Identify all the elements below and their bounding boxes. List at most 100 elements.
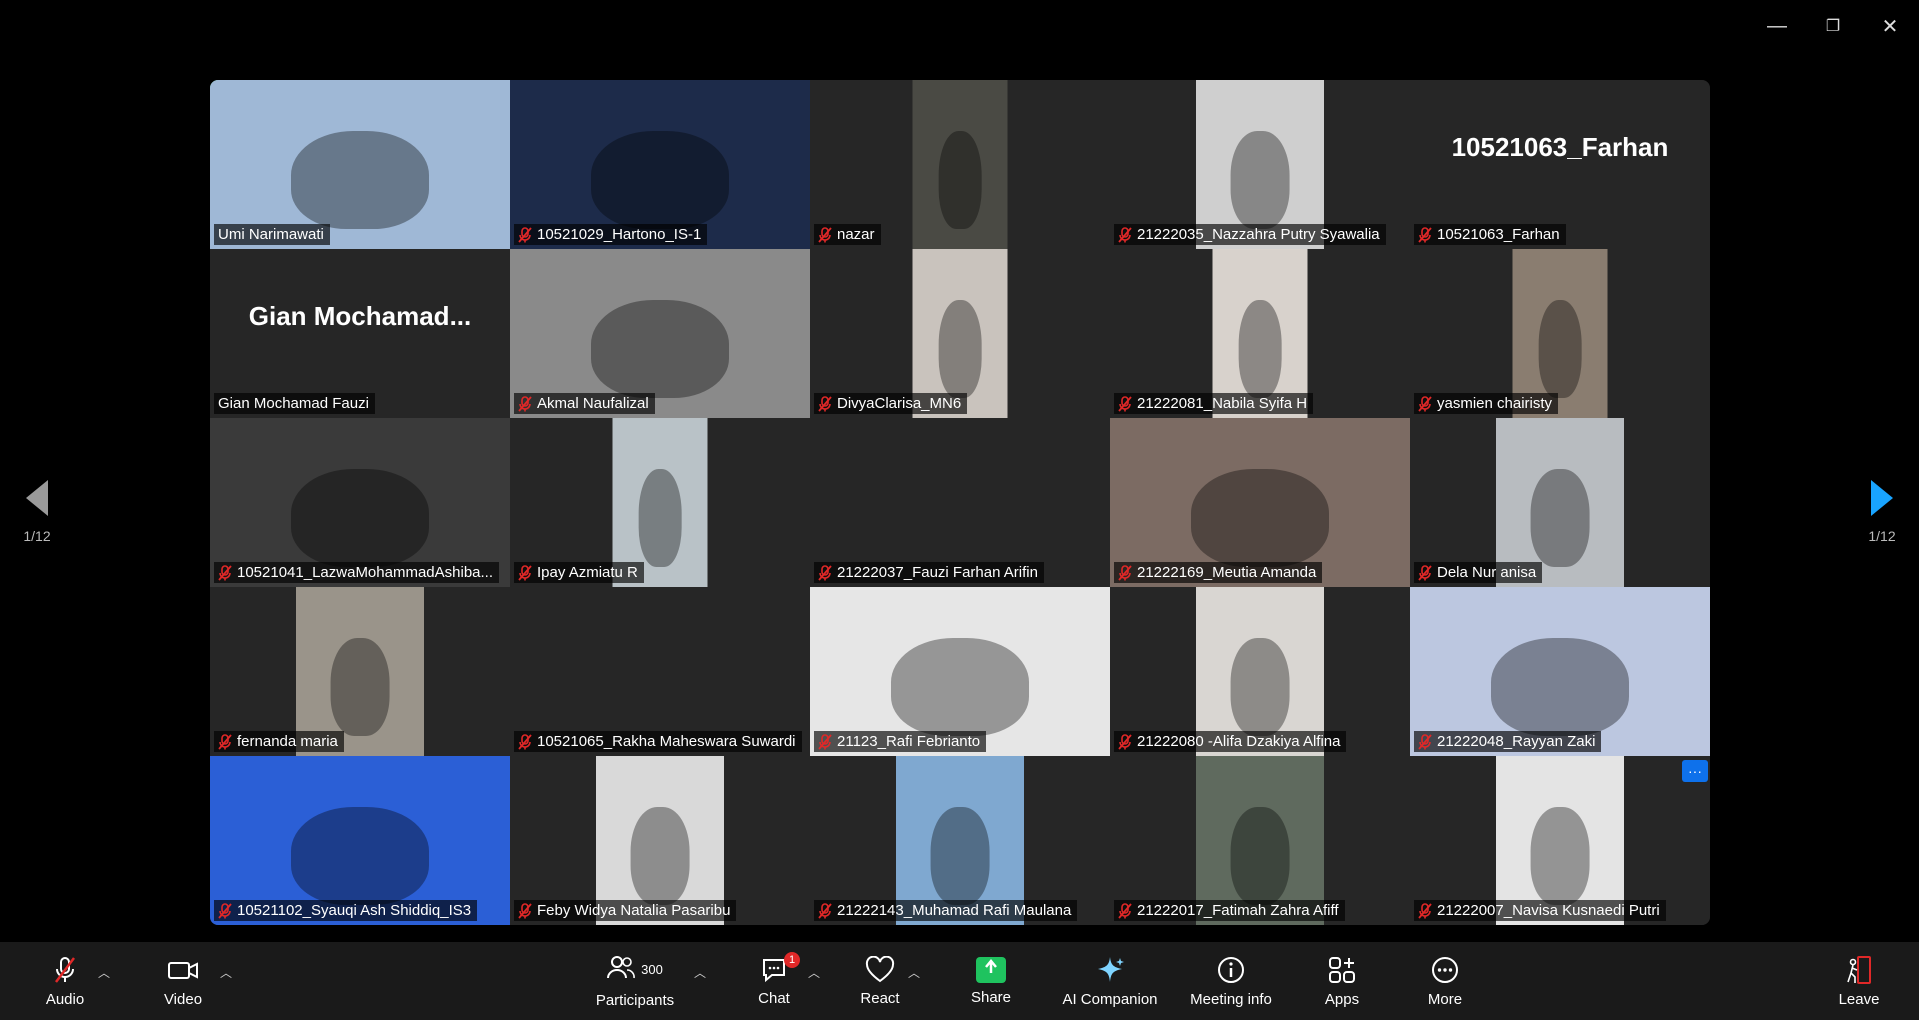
participant-silhouette [1530,806,1590,905]
participant-silhouette [1230,130,1290,229]
video-button[interactable]: Video [158,942,208,1020]
participant-silhouette [1530,468,1590,567]
share-button[interactable]: Share [966,942,1016,1020]
participant-tile[interactable]: Gian Mochamad... Gian Mochamad Fauzi [210,249,510,418]
participant-tile[interactable]: 21222035_Nazzahra Putry Syawalia [1110,80,1410,249]
leave-label: Leave [1838,990,1880,1008]
participant-name: Feby Widya Natalia Pasaribu [537,902,731,919]
participant-tile[interactable]: Ipay Azmiatu R [510,418,810,587]
audio-button[interactable]: Audio [40,942,90,1020]
meeting-info-button[interactable]: Meeting info [1180,942,1282,1020]
prev-page-arrow-icon[interactable] [26,480,48,516]
participant-name: Gian Mochamad Fauzi [218,395,369,412]
participant-tile[interactable]: yasmien chairisty [1410,249,1710,418]
participant-silhouette [591,130,729,229]
participant-name: 21222035_Nazzahra Putry Syawalia [1137,226,1380,243]
mic-muted-icon [1418,226,1432,243]
participant-tile[interactable]: 10521041_LazwaMohammadAshiba... [210,418,510,587]
react-options-caret-icon[interactable]: ︿ [908,964,920,981]
camera-icon [168,961,198,979]
apps-button[interactable]: Apps [1320,942,1364,1020]
participant-tile[interactable]: 21222169_Meutia Amanda [1110,418,1410,587]
participant-name: 10521041_LazwaMohammadAshiba... [237,564,494,581]
participant-tile[interactable]: fernanda maria [210,587,510,756]
participant-tile[interactable]: 10521102_Syauqi Ash Shiddiq_IS3 [210,756,510,925]
participant-name: 21222017_Fatimah Zahra Afiff [1137,902,1339,919]
participant-tile[interactable]: 21222081_Nabila Syifa H [1110,249,1410,418]
share-label: Share [970,988,1012,1006]
participant-name: 10521102_Syauqi Ash Shiddiq_IS3 [237,902,472,919]
participant-tile[interactable]: 21123_Rafi Febrianto [810,587,1110,756]
mic-muted-icon [518,564,532,581]
ai-companion-button[interactable]: AI Companion [1060,942,1160,1020]
prev-page-control[interactable]: 1/12 [15,480,59,544]
participant-tile[interactable]: 10521065_Rakha Maheswara Suwardi [510,587,810,756]
participant-name-label: Feby Widya Natalia Pasaribu [514,900,737,921]
participant-name-label: 21222048_Rayyan Zaki [1414,731,1602,752]
participant-silhouette [1191,468,1329,567]
participant-name: 10521065_Rakha Maheswara Suwardi [537,733,796,750]
tile-more-options-icon[interactable]: ··· [1682,760,1708,782]
window-close-button[interactable]: ✕ [1870,12,1910,40]
participant-tile[interactable]: 21222080 -Alifa Dzakiya Alfina [1110,587,1410,756]
participant-name: Dela Nur anisa [1437,564,1537,581]
participant-tile[interactable]: 10521029_Hartono_IS-1 [510,80,810,249]
participant-silhouette [1230,806,1290,905]
participant-name-label: nazar [814,224,881,245]
participant-name: 10521029_Hartono_IS-1 [537,226,702,243]
leave-button[interactable]: Leave [1834,942,1884,1020]
window-restore-button[interactable]: ❐ [1813,12,1853,40]
participants-options-caret-icon[interactable]: ︿ [694,964,706,981]
mic-muted-icon [1418,395,1432,412]
participant-tile[interactable]: 10521063_Farhan 10521063_Farhan [1410,80,1710,249]
participant-name: yasmien chairisty [1437,395,1553,412]
participant-tile[interactable]: nazar [810,80,1110,249]
mic-muted-icon [218,564,232,581]
mic-muted-icon [1118,902,1132,919]
participant-tile[interactable]: 21222017_Fatimah Zahra Afiff [1110,756,1410,925]
participant-tile[interactable]: Umi Narimawati [210,80,510,249]
mic-muted-icon [1418,733,1432,750]
apps-label: Apps [1324,990,1360,1008]
participant-tile[interactable]: Dela Nur anisa [1410,418,1710,587]
participant-tile[interactable]: 21222048_Rayyan Zaki [1410,587,1710,756]
video-options-caret-icon[interactable]: ︿ [220,964,232,981]
next-page-arrow-icon[interactable] [1871,480,1893,516]
chat-unread-badge: 1 [784,952,800,968]
meeting-info-label: Meeting info [1190,990,1272,1008]
participant-name-label: 21222169_Meutia Amanda [1114,562,1323,583]
participant-tile[interactable]: Akmal Naufalizal [510,249,810,418]
sparkle-icon [1098,956,1124,982]
participant-silhouette [591,299,729,398]
participant-name-label: 21222143_Muhamad Rafi Maulana [814,900,1078,921]
participant-tile[interactable]: 21222037_Fauzi Farhan Arifin [810,418,1110,587]
participant-tile[interactable]: 21222143_Muhamad Rafi Maulana [810,756,1110,925]
participant-tile[interactable]: 21222007_Navisa Kusnaedi Putri ··· [1410,756,1710,925]
participants-label: Participants [595,991,675,1009]
chat-options-caret-icon[interactable]: ︿ [808,964,820,981]
more-button[interactable]: More [1420,942,1470,1020]
participants-button[interactable]: 300 Participants [590,942,680,1020]
ai-companion-label: AI Companion [1062,990,1158,1008]
participant-silhouette [1230,637,1290,736]
participant-tile[interactable]: DivyaClarisa_MN6 [810,249,1110,418]
leave-door-icon [1847,955,1871,984]
participant-silhouette [1538,299,1582,398]
participant-name-label: 21222017_Fatimah Zahra Afiff [1114,900,1345,921]
mic-muted-icon [218,902,232,919]
participant-tile[interactable]: Feby Widya Natalia Pasaribu [510,756,810,925]
more-dots-icon [1432,956,1458,983]
participant-silhouette [938,130,982,229]
participant-silhouette [291,468,429,567]
participant-name-label: 21222080 -Alifa Dzakiya Alfina [1114,731,1347,752]
chat-label: Chat [758,989,790,1007]
participant-name-label: Gian Mochamad Fauzi [214,393,375,414]
audio-options-caret-icon[interactable]: ︿ [98,964,110,981]
participant-silhouette [630,806,690,905]
react-button[interactable]: React [856,942,904,1020]
mic-muted-icon [818,733,832,750]
chat-button[interactable]: Chat 1 [752,942,800,1020]
participant-name: Ipay Azmiatu R [537,564,638,581]
next-page-control[interactable]: 1/12 [1860,480,1904,544]
window-minimize-button[interactable]: — [1757,12,1797,40]
